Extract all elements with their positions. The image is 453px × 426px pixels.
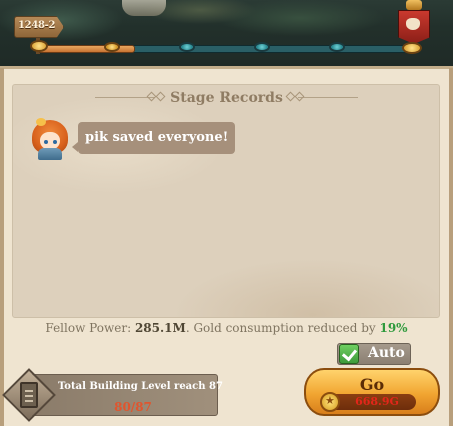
boss-face-icon	[406, 18, 420, 30]
progress-node	[254, 42, 270, 52]
progress-start-node	[30, 40, 48, 52]
stage-number: 1248-2	[18, 20, 56, 31]
fellow-power-value: 285.1M	[134, 321, 186, 335]
clipboard-icon	[20, 382, 38, 408]
flag-ornament	[406, 0, 422, 10]
gold-coin-icon	[320, 392, 340, 412]
go-cost: 668.9G	[355, 395, 399, 408]
go-button[interactable]: Go 668.9G	[304, 368, 440, 418]
banner-background	[0, 0, 453, 68]
fellow-power-middle: . Gold consumption reduced by	[185, 321, 380, 335]
quest-progress: 80/87	[114, 400, 152, 414]
avatar-body	[38, 148, 62, 160]
stage-signpost: 1248-2	[14, 14, 64, 54]
progress-node	[329, 42, 345, 52]
panel-edge-right	[449, 68, 453, 426]
progress-boss-node	[402, 42, 422, 54]
hero-sprite	[122, 0, 166, 16]
message-bubble: pik saved everyone!	[71, 122, 236, 154]
fellow-power-line: Fellow Power: 285.1M. Gold consumption r…	[0, 321, 453, 335]
avatar-eye	[44, 140, 48, 144]
progress-node	[179, 42, 195, 52]
quest-text: Total Building Level reach 87	[58, 381, 223, 392]
auto-label: Auto	[368, 345, 405, 361]
avatar-bow	[36, 118, 46, 126]
quest-panel[interactable]: Total Building Level reach 87 80/87	[2, 368, 223, 422]
stage-progress-fill	[38, 45, 135, 53]
auto-checkbox-check-icon[interactable]	[339, 344, 359, 364]
avatar[interactable]	[28, 118, 72, 162]
stage-records-box[interactable]	[12, 84, 440, 318]
gold-reduction-value: 19%	[379, 321, 408, 335]
fellow-power-prefix: Fellow Power:	[45, 321, 135, 335]
progress-node	[104, 42, 120, 52]
stage-records-title: Stage Records	[170, 90, 283, 106]
go-label: Go	[359, 375, 385, 394]
stage-progress-banner: 1248-2	[0, 0, 453, 68]
avatar-eye	[53, 140, 57, 144]
auto-toggle[interactable]: Auto	[337, 343, 411, 365]
